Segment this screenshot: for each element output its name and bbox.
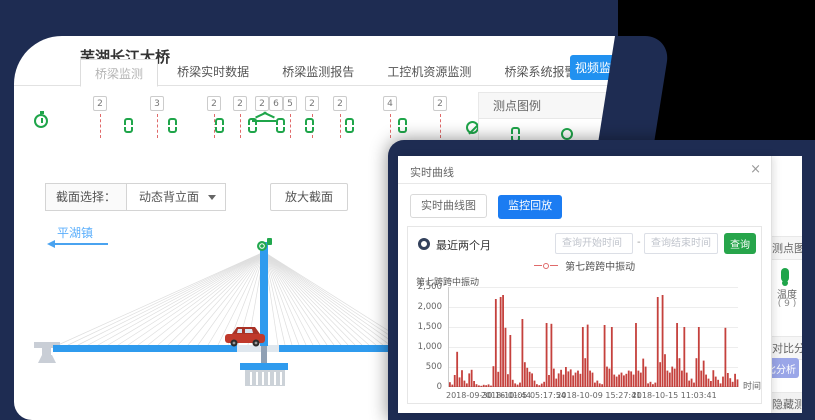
chevron-down-icon xyxy=(208,195,216,200)
sensor-count-badge[interactable]: 2 xyxy=(207,96,221,111)
x-axis-labels: 2018-09-30 16:01:44 2018-10-05 05:17:54 … xyxy=(448,391,738,403)
sensor-count-badge[interactable]: 5 xyxy=(283,96,297,111)
radio-label: 最近两个月 xyxy=(436,237,491,253)
tower-sensor-icon-2[interactable] xyxy=(267,238,272,245)
x-axis-name: 时间 xyxy=(743,379,761,392)
strain-sensor-icon[interactable] xyxy=(124,118,133,133)
left-pier-base xyxy=(38,355,56,363)
strain-sensor-icon[interactable] xyxy=(276,118,285,133)
x-tick: 2018-10-05 05:17:54 xyxy=(481,391,566,400)
strain-sensor-icon[interactable] xyxy=(168,118,177,133)
sensor-drop-line xyxy=(157,114,158,138)
section-select-value: 动态背立面 xyxy=(139,190,199,204)
tab-bridge-report[interactable]: 桥梁监测报告 xyxy=(268,58,368,86)
sensor-drop-line xyxy=(240,114,241,138)
modal-header: 实时曲线 × xyxy=(398,156,771,184)
section-select-label: 截面选择： xyxy=(45,183,127,211)
sensor-drop-line xyxy=(440,114,441,138)
overlay-window: 实时曲线 × 实时曲线图 监控回放 最近两个月 - 查询 第七跨跨中振 xyxy=(388,140,815,420)
realtime-curve-modal: 实时曲线 × 实时曲线图 监控回放 最近两个月 - 查询 第七跨跨中振 xyxy=(398,156,772,413)
sensor-count-badge[interactable]: 2 xyxy=(333,96,347,111)
chart-legend[interactable]: 第七跨跨中振动 xyxy=(408,258,761,273)
sensor-drop-line xyxy=(340,114,341,138)
compare-analysis-button[interactable]: 对比分析 xyxy=(772,358,799,378)
tower-below-deck xyxy=(261,346,267,364)
sensor-count-badge[interactable]: 2 xyxy=(305,96,319,111)
sensor-drop-line xyxy=(100,114,101,138)
sensor-count-badge[interactable]: 2 xyxy=(255,96,269,111)
end-time-input[interactable] xyxy=(644,233,718,254)
sensor-count-badge[interactable]: 4 xyxy=(383,96,397,111)
range-separator: - xyxy=(637,237,641,248)
side-panel-sliver: 测点图例 温度 ( 9 ) 对比分析 对比分析 隐藏测点列表 xyxy=(772,156,802,413)
zoom-section-button[interactable]: 放大截面 xyxy=(270,183,348,211)
strain-sensor-icon[interactable] xyxy=(398,118,407,133)
tower-sensor-icon[interactable] xyxy=(257,241,267,251)
tab-bridge-monitor[interactable]: 桥梁监测 xyxy=(80,59,158,87)
car xyxy=(225,327,265,347)
bridge-sensor-icon[interactable] xyxy=(252,110,276,122)
thermometer-icon[interactable] xyxy=(781,268,789,282)
modal-content-box: 最近两个月 - 查询 第七跨跨中振动 第七跨跨中振动 2,500 2,000 1… xyxy=(407,226,762,404)
tower-pier-cap xyxy=(240,363,288,370)
section-select-bar: 截面选择：动态背立面 放大截面 xyxy=(45,183,226,211)
sensor-count-badge[interactable]: 3 xyxy=(150,96,164,111)
query-row: 最近两个月 - 查询 xyxy=(416,233,753,255)
y-tick: 0 xyxy=(410,382,442,392)
sensor-count-badge[interactable]: 2 xyxy=(233,96,247,111)
legend-marker-icon xyxy=(543,263,549,269)
sensor-count-badge[interactable]: 2 xyxy=(93,96,107,111)
tab-bridge-realtime-data[interactable]: 桥梁实时数据 xyxy=(163,58,263,86)
x-tick: 2018-10-15 11:03:41 xyxy=(632,391,717,400)
strain-sensor-icon[interactable] xyxy=(215,118,224,133)
overlay-app-window: 实时曲线 × 实时曲线图 监控回放 最近两个月 - 查询 第七跨跨中振 xyxy=(398,156,802,413)
query-button[interactable]: 查询 xyxy=(724,233,756,254)
sensor-drop-line xyxy=(290,114,291,138)
legend-line xyxy=(534,265,542,266)
compare-section-header: 对比分析 xyxy=(772,336,802,360)
y-tick: 1,500 xyxy=(410,322,442,332)
chart-plot-area[interactable] xyxy=(448,287,738,387)
y-tick: 2,500 xyxy=(410,282,442,292)
tab-monitor-playback[interactable]: 监控回放 xyxy=(498,195,562,219)
left-pier-stem xyxy=(42,348,51,356)
strain-sensor-icon[interactable] xyxy=(305,118,314,133)
bridge-diagram xyxy=(34,236,414,396)
bridge-tower xyxy=(260,242,268,346)
legend-text: 第七跨跨中振动 xyxy=(565,262,635,273)
strain-sensor-icon[interactable] xyxy=(345,118,354,133)
stopwatch-icon[interactable] xyxy=(34,114,48,128)
section-select-dropdown[interactable]: 动态背立面 xyxy=(127,183,226,211)
tab-ipc-resource-monitor[interactable]: 工控机资源监测 xyxy=(373,58,485,86)
sensor-count-badge[interactable]: 2 xyxy=(433,96,447,111)
modal-title: 实时曲线 xyxy=(410,164,454,180)
x-tick: 2018-10-09 15:27:41 xyxy=(556,391,641,400)
temperature-count: ( 9 ) xyxy=(772,299,802,309)
sensor-ring-icon xyxy=(561,128,573,140)
sensor-drop-line xyxy=(390,114,391,138)
deck-joint xyxy=(237,345,279,352)
sensor-count-badge[interactable]: 6 xyxy=(269,96,283,111)
modal-tabbar: 实时曲线图 监控回放 xyxy=(410,194,562,219)
radio-last-two-months[interactable] xyxy=(418,238,430,250)
start-time-input[interactable] xyxy=(555,233,633,254)
y-tick: 500 xyxy=(410,362,442,372)
close-icon[interactable]: × xyxy=(750,162,761,177)
hide-point-list-bar[interactable]: 隐藏测点列表 xyxy=(772,392,802,413)
y-tick: 2,000 xyxy=(410,302,442,312)
side-legend-header: 测点图例 xyxy=(772,236,802,260)
vibration-chart: 第七跨跨中振动 2,500 2,000 1,500 1,000 500 0 20… xyxy=(410,275,759,401)
legend-line xyxy=(550,265,558,266)
y-tick: 1,000 xyxy=(410,342,442,352)
tab-realtime-curve[interactable]: 实时曲线图 xyxy=(410,194,487,218)
